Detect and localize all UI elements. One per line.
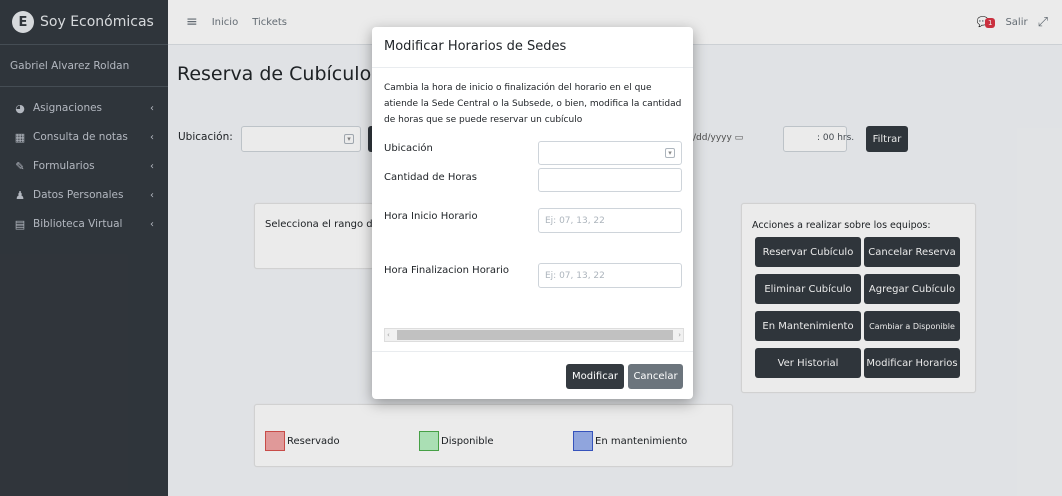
modify-schedules-modal: Modificar Horarios de Sedes Cambia la ho…: [372, 27, 693, 399]
location-select[interactable]: ▾: [538, 141, 682, 165]
cancel-button[interactable]: Cancelar: [628, 364, 683, 389]
modal-header-divider: [372, 67, 693, 68]
chevron-down-icon: ▾: [665, 148, 675, 158]
start-hour-label: Hora Inicio Horario: [384, 211, 478, 222]
scrollbar-thumb[interactable]: [397, 330, 673, 340]
modify-button[interactable]: Modificar: [566, 364, 624, 389]
location-label: Ubicación: [384, 143, 433, 154]
modal-title: Modificar Horarios de Sedes: [384, 39, 567, 54]
modal-description: Cambia la hora de inicio o finalización …: [384, 83, 682, 125]
modal-footer-divider: [372, 351, 693, 352]
end-hour-field[interactable]: Ej: 07, 13, 22: [538, 263, 682, 288]
end-hour-label: Hora Finalizacion Horario: [384, 265, 510, 276]
start-hour-placeholder: Ej: 07, 13, 22: [545, 215, 605, 226]
scroll-left-icon[interactable]: ‹: [387, 329, 390, 341]
hours-label: Cantidad de Horas: [384, 172, 477, 183]
hours-field[interactable]: [538, 168, 682, 192]
start-hour-field[interactable]: Ej: 07, 13, 22: [538, 208, 682, 233]
horizontal-scrollbar[interactable]: ‹ ›: [384, 328, 684, 342]
scroll-right-icon[interactable]: ›: [678, 329, 681, 341]
end-hour-placeholder: Ej: 07, 13, 22: [545, 270, 605, 281]
